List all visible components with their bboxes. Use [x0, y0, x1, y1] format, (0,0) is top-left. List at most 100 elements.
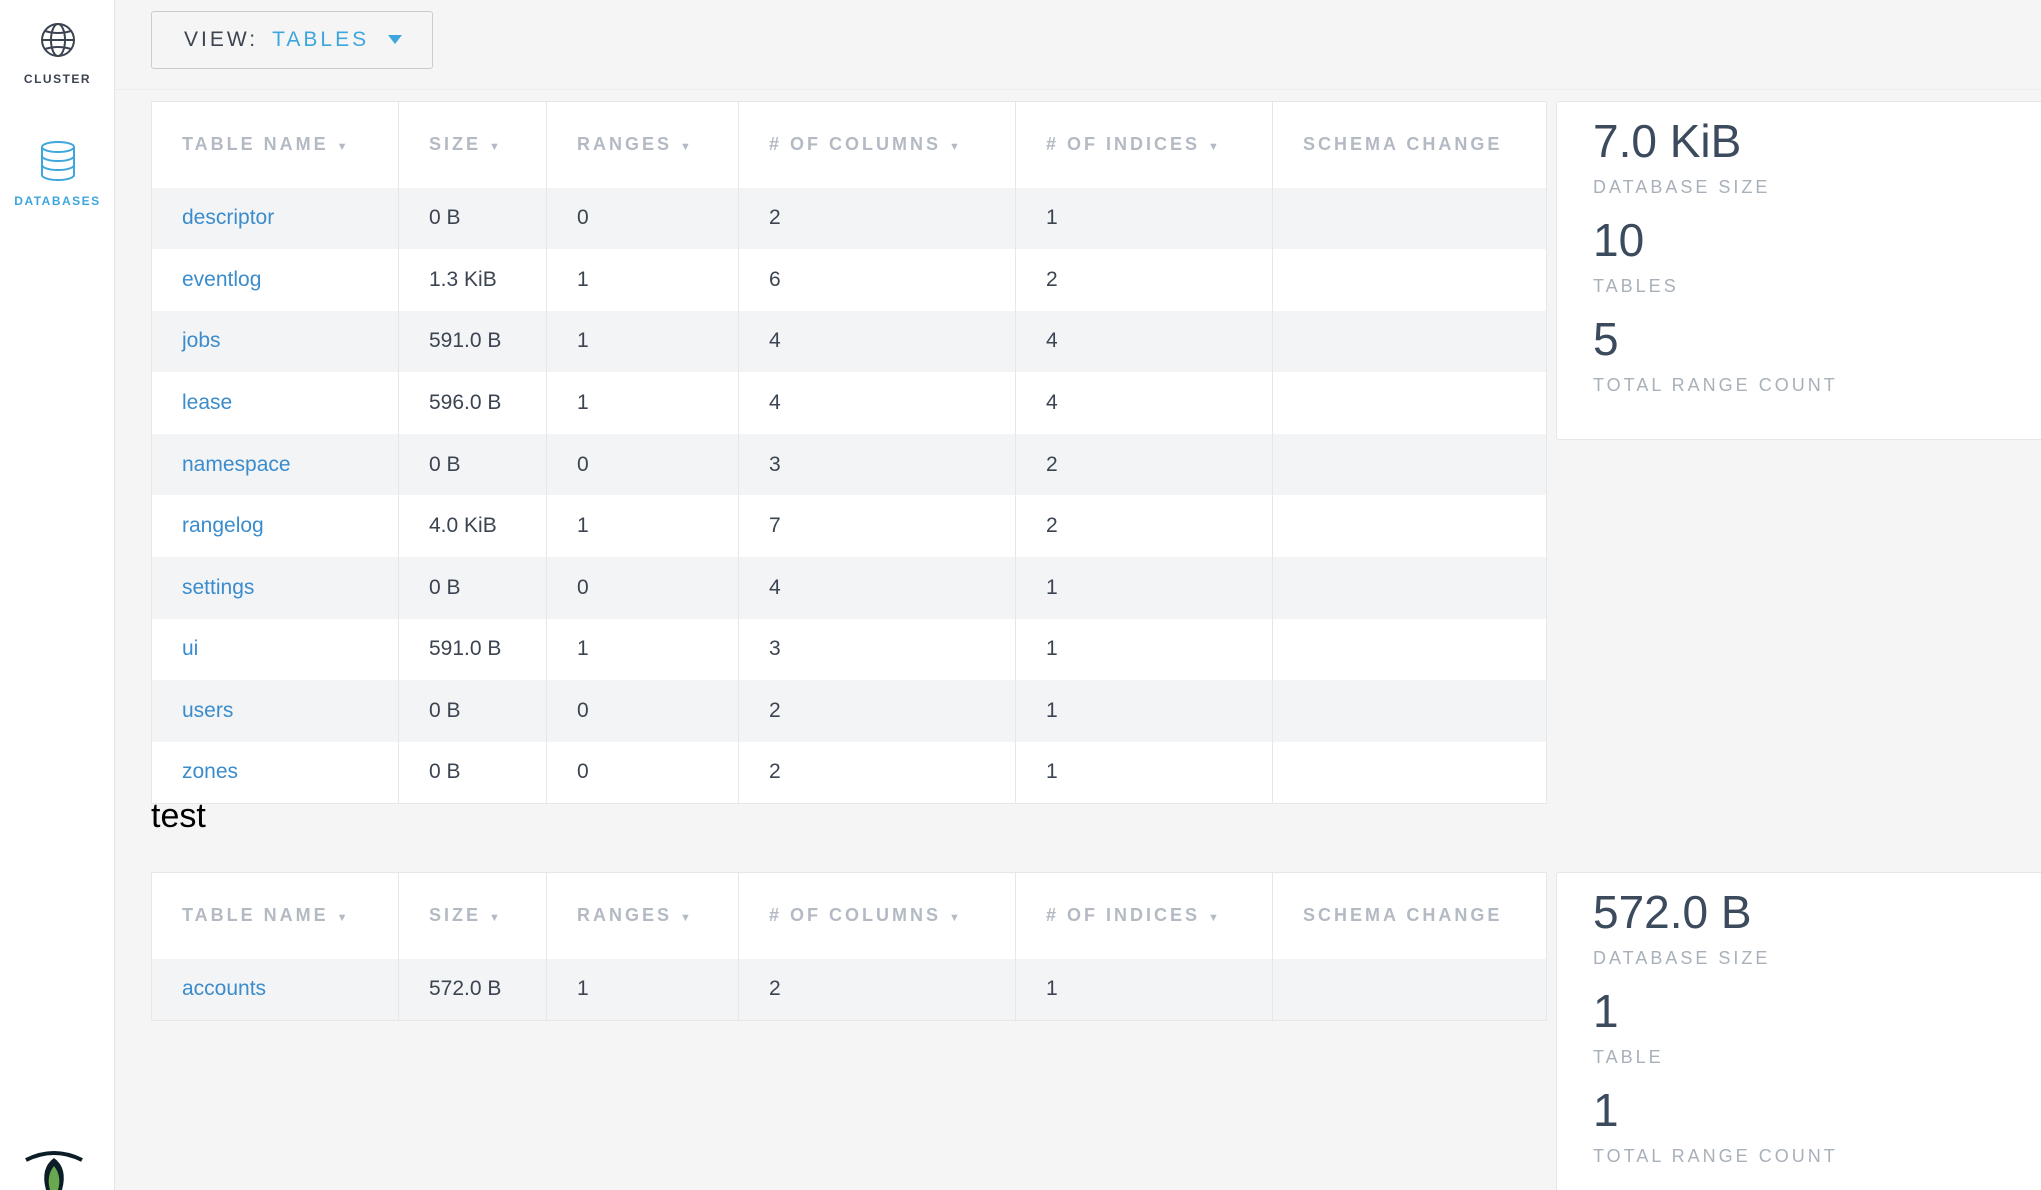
table-size: 572.0 B [398, 958, 547, 1021]
database-title: test [151, 797, 206, 835]
table-name-link[interactable]: jobs [151, 310, 399, 373]
table-schema-change [1272, 958, 1547, 1021]
view-dropdown-value: TABLES [272, 28, 370, 51]
table-row[interactable]: ui 591.0 B 1 3 1 [151, 618, 1547, 681]
table-name-link[interactable]: descriptor [151, 187, 399, 250]
range-count-stat: 5 TOTAL RANGE COUNT [1593, 316, 1838, 396]
header-divider [116, 89, 2041, 90]
table-ranges: 0 [546, 680, 739, 742]
table-columns: 2 [738, 741, 1016, 804]
column-header-ranges[interactable]: RANGES ▼ [546, 872, 739, 959]
table-indices: 1 [1015, 618, 1273, 681]
caret-down-icon [388, 35, 402, 44]
table-size: 0 B [398, 433, 547, 496]
table-name-link[interactable]: eventlog [151, 249, 399, 311]
table-row[interactable]: accounts 572.0 B 1 2 1 [151, 958, 1547, 1021]
table-columns: 4 [738, 557, 1016, 619]
table-columns: 2 [738, 680, 1016, 742]
cockroach-logo-icon[interactable] [24, 1150, 84, 1190]
table-ranges: 1 [546, 958, 739, 1021]
table-ranges: 0 [546, 433, 739, 496]
table-row[interactable]: namespace 0 B 0 3 2 [151, 433, 1547, 496]
tables-count-stat: 10 TABLES [1593, 217, 1679, 297]
table-columns: 3 [738, 433, 1016, 496]
table-schema-change [1272, 495, 1547, 558]
table-row[interactable]: settings 0 B 0 4 1 [151, 557, 1547, 619]
table-ranges: 1 [546, 618, 739, 681]
table-schema-change [1272, 310, 1547, 373]
table-indices: 4 [1015, 372, 1273, 434]
table-name-link[interactable]: accounts [151, 958, 399, 1021]
table-name-link[interactable]: rangelog [151, 495, 399, 558]
table-columns: 6 [738, 249, 1016, 311]
database-summary: 572.0 B DATABASE SIZE 1 TABLE 1 TOTAL RA… [1556, 872, 2041, 1190]
column-header-size[interactable]: SIZE ▼ [398, 101, 547, 188]
table-name-link[interactable]: users [151, 680, 399, 742]
sort-caret-icon: ▼ [1208, 141, 1219, 154]
sort-caret-icon: ▼ [949, 141, 960, 154]
table-row[interactable]: rangelog 4.0 KiB 1 7 2 [151, 495, 1547, 558]
table-schema-change [1272, 680, 1547, 742]
sort-caret-icon: ▼ [680, 912, 691, 925]
table-ranges: 1 [546, 310, 739, 373]
table-schema-change [1272, 187, 1547, 250]
sidebar: CLUSTER DATABASES [0, 0, 115, 1190]
range-count-stat: 1 TOTAL RANGE COUNT [1593, 1087, 1838, 1167]
column-header-table-name[interactable]: TABLE NAME ▼ [151, 101, 399, 188]
tables-count-label: TABLES [1593, 276, 1679, 296]
table-size: 1.3 KiB [398, 249, 547, 311]
table-columns: 4 [738, 310, 1016, 373]
table-size: 0 B [398, 680, 547, 742]
table-indices: 2 [1015, 433, 1273, 496]
table-size: 4.0 KiB [398, 495, 547, 558]
sort-caret-icon: ▼ [489, 912, 500, 925]
view-dropdown[interactable]: VIEW: TABLES [151, 11, 433, 69]
database-size-label: DATABASE SIZE [1593, 177, 1771, 197]
column-header-columns[interactable]: # OF COLUMNS ▼ [738, 101, 1016, 188]
database-size-stat: 7.0 KiB DATABASE SIZE [1593, 118, 1770, 198]
column-header-columns[interactable]: # OF COLUMNS ▼ [738, 872, 1016, 959]
column-header-ranges[interactable]: RANGES ▼ [546, 101, 739, 188]
table-indices: 1 [1015, 187, 1273, 250]
range-count-value: 1 [1593, 1084, 1619, 1136]
range-count-label: TOTAL RANGE COUNT [1593, 1146, 1838, 1166]
tables-count-stat: 1 TABLE [1593, 988, 1664, 1068]
table-row[interactable]: lease 596.0 B 1 4 4 [151, 372, 1547, 434]
table-name-link[interactable]: zones [151, 741, 399, 804]
globe-icon [40, 23, 75, 57]
table-row[interactable]: eventlog 1.3 KiB 1 6 2 [151, 249, 1547, 311]
table-name-link[interactable]: ui [151, 618, 399, 681]
table-indices: 2 [1015, 249, 1273, 311]
sidebar-item-cluster[interactable]: CLUSTER [0, 20, 115, 86]
table-row[interactable]: users 0 B 0 2 1 [151, 680, 1547, 742]
table-ranges: 1 [546, 249, 739, 311]
column-header-size[interactable]: SIZE ▼ [398, 872, 547, 959]
column-header-indices[interactable]: # OF INDICES ▼ [1015, 872, 1273, 959]
sort-caret-icon: ▼ [336, 912, 348, 925]
table-row[interactable]: descriptor 0 B 0 2 1 [151, 187, 1547, 250]
table-ranges: 1 [546, 372, 739, 434]
table-schema-change [1272, 249, 1547, 311]
sidebar-item-label: DATABASES [14, 194, 101, 208]
table-row[interactable]: jobs 591.0 B 1 4 4 [151, 310, 1547, 373]
table-indices: 2 [1015, 495, 1273, 558]
table-schema-change [1272, 618, 1547, 681]
table-name-link[interactable]: lease [151, 372, 399, 434]
table-row[interactable]: zones 0 B 0 2 1 [151, 741, 1547, 804]
database-size-stat: 572.0 B DATABASE SIZE [1593, 889, 1770, 969]
database-icon [40, 141, 75, 181]
view-dropdown-label: VIEW: [184, 28, 259, 51]
table-size: 591.0 B [398, 310, 547, 373]
table-ranges: 0 [546, 187, 739, 250]
table-name-link[interactable]: namespace [151, 433, 399, 496]
table-schema-change [1272, 433, 1547, 496]
table-indices: 1 [1015, 741, 1273, 804]
sidebar-item-databases[interactable]: DATABASES [0, 140, 115, 208]
table-ranges: 1 [546, 495, 739, 558]
column-header-indices[interactable]: # OF INDICES ▼ [1015, 101, 1273, 188]
column-header-table-name[interactable]: TABLE NAME ▼ [151, 872, 399, 959]
sort-caret-icon: ▼ [680, 141, 691, 154]
table-columns: 2 [738, 958, 1016, 1021]
table-name-link[interactable]: settings [151, 557, 399, 619]
table-size: 0 B [398, 741, 547, 804]
